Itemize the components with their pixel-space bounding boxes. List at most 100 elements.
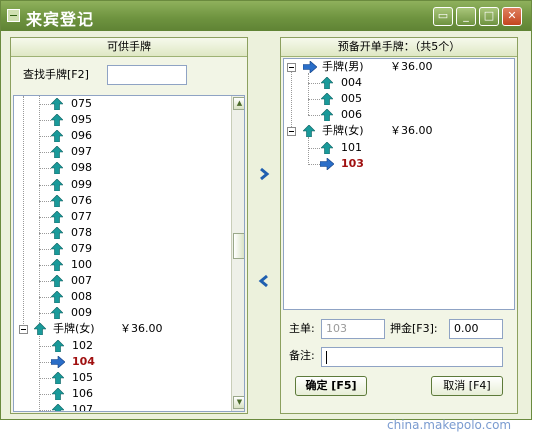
restore-button[interactable]: ▭	[433, 7, 453, 26]
up-arrow-icon	[51, 179, 63, 191]
tree-connector	[39, 104, 51, 105]
tree-connector	[39, 378, 51, 379]
reserved-token-item[interactable]: 004	[284, 75, 499, 91]
available-token-item[interactable]: 099	[14, 177, 229, 193]
available-token-item[interactable]: 096	[14, 128, 229, 144]
available-token-item[interactable]: 078	[14, 225, 229, 241]
tree-connector	[39, 233, 51, 234]
available-token-item[interactable]: 107	[14, 402, 229, 412]
token-label: 009	[71, 306, 92, 319]
reserved-tokens-header: 预备开单手牌：（共5个）	[281, 38, 517, 57]
available-token-item[interactable]: 076	[14, 193, 229, 209]
token-label: 107	[72, 403, 93, 412]
close-button[interactable]: ✕	[502, 7, 522, 26]
up-arrow-icon	[52, 404, 64, 411]
available-token-item[interactable]: 102	[14, 338, 229, 354]
collapse-toggle[interactable]	[19, 325, 28, 334]
token-label: 手牌(男)	[322, 60, 364, 73]
available-token-item[interactable]: 007	[14, 273, 229, 289]
reserved-token-item[interactable]: 103	[284, 156, 499, 172]
scroll-down-button[interactable]: ▼	[233, 396, 244, 409]
available-token-item[interactable]: 008	[14, 289, 229, 305]
available-token-item[interactable]: 100	[14, 257, 229, 273]
available-token-item[interactable]: 105	[14, 370, 229, 386]
deposit-field[interactable]: 0.00	[449, 319, 503, 339]
up-arrow-icon	[51, 114, 63, 126]
token-label: 手牌(女)	[322, 124, 364, 137]
up-arrow-icon	[52, 388, 64, 400]
reserved-token-item[interactable]: 005	[284, 91, 499, 107]
collapse-toggle[interactable]	[287, 63, 296, 72]
search-input[interactable]	[107, 65, 187, 85]
token-label: 095	[71, 113, 92, 126]
available-token-item[interactable]: 097	[14, 144, 229, 160]
tree-scrollbar[interactable]: ▲ ▼	[231, 96, 244, 411]
up-arrow-icon	[52, 340, 64, 352]
tree-connector	[308, 115, 320, 116]
tree-connector	[39, 346, 51, 347]
tree-connector	[39, 136, 51, 137]
available-token-item[interactable]: 104	[14, 354, 229, 370]
app-icon	[7, 9, 20, 22]
token-price: ￥36.00	[390, 124, 433, 137]
move-left-button[interactable]	[257, 274, 271, 288]
token-label: 004	[341, 76, 362, 89]
token-group-female[interactable]: 手牌(女) ￥36.00	[14, 321, 229, 337]
tree-connector	[308, 148, 320, 149]
reserved-token-item[interactable]: 006	[284, 107, 499, 123]
right-arrow-icon	[51, 356, 65, 368]
note-label: 备注:	[289, 349, 315, 362]
up-arrow-icon	[51, 259, 63, 271]
cancel-button[interactable]: 取消 [F4]	[431, 376, 503, 396]
up-arrow-icon	[51, 146, 63, 158]
up-arrow-icon	[51, 211, 63, 223]
up-arrow-icon	[51, 195, 63, 207]
tree-connector	[39, 217, 51, 218]
token-label: 078	[71, 226, 92, 239]
move-right-button[interactable]	[257, 167, 271, 181]
available-token-item[interactable]: 095	[14, 112, 229, 128]
reserved-tokens-tree[interactable]: 手牌(男) ￥36.00 004 005 006 手牌(女) ￥36.00 101 103	[283, 58, 515, 310]
token-label: 099	[71, 178, 92, 191]
available-tokens-tree[interactable]: 075 095 096 097 098 099 076 077 078 079 100 007 008 0…	[13, 95, 245, 412]
token-label: 077	[71, 210, 92, 223]
token-label: 100	[71, 258, 92, 271]
tree-connector	[39, 152, 51, 153]
up-arrow-icon	[303, 125, 315, 137]
main-order-field[interactable]: 103	[321, 319, 385, 339]
available-token-item[interactable]: 106	[14, 386, 229, 402]
reserved-group[interactable]: 手牌(男) ￥36.00	[284, 59, 499, 75]
token-label: 005	[341, 92, 362, 105]
collapse-toggle[interactable]	[287, 127, 296, 136]
right-arrow-icon	[303, 61, 317, 73]
token-label: 079	[71, 242, 92, 255]
up-arrow-icon	[34, 323, 46, 335]
available-token-item[interactable]: 075	[14, 96, 229, 112]
tree-connector	[39, 362, 51, 363]
token-label: 105	[72, 371, 93, 384]
tree-connector	[39, 297, 51, 298]
up-arrow-icon	[52, 372, 64, 384]
token-price: ￥36.00	[120, 322, 163, 335]
guest-registration-window: 来宾登记 ▭ _ □ ✕ 可供手牌 查找手牌[F2] 075 095 096 097 0…	[0, 0, 532, 420]
token-label: 102	[72, 339, 93, 352]
up-arrow-icon	[321, 93, 333, 105]
tree-connector	[39, 313, 51, 314]
available-token-item[interactable]: 077	[14, 209, 229, 225]
maximize-button[interactable]: □	[479, 7, 499, 26]
up-arrow-icon	[321, 109, 333, 121]
note-field[interactable]	[321, 347, 503, 367]
token-label: 076	[71, 194, 92, 207]
reserved-group[interactable]: 手牌(女) ￥36.00	[284, 123, 499, 139]
scroll-up-button[interactable]: ▲	[233, 97, 244, 110]
scroll-thumb[interactable]	[233, 233, 244, 259]
available-token-item[interactable]: 009	[14, 305, 229, 321]
available-token-item[interactable]: 098	[14, 160, 229, 176]
available-token-item[interactable]: 079	[14, 241, 229, 257]
up-arrow-icon	[321, 142, 333, 154]
confirm-button[interactable]: 确定 [F5]	[295, 376, 367, 396]
title-bar[interactable]: 来宾登记 ▭ _ □ ✕	[1, 1, 531, 31]
reserved-token-item[interactable]: 101	[284, 140, 499, 156]
minimize-button[interactable]: _	[456, 7, 476, 26]
window-title: 来宾登记	[26, 10, 95, 29]
